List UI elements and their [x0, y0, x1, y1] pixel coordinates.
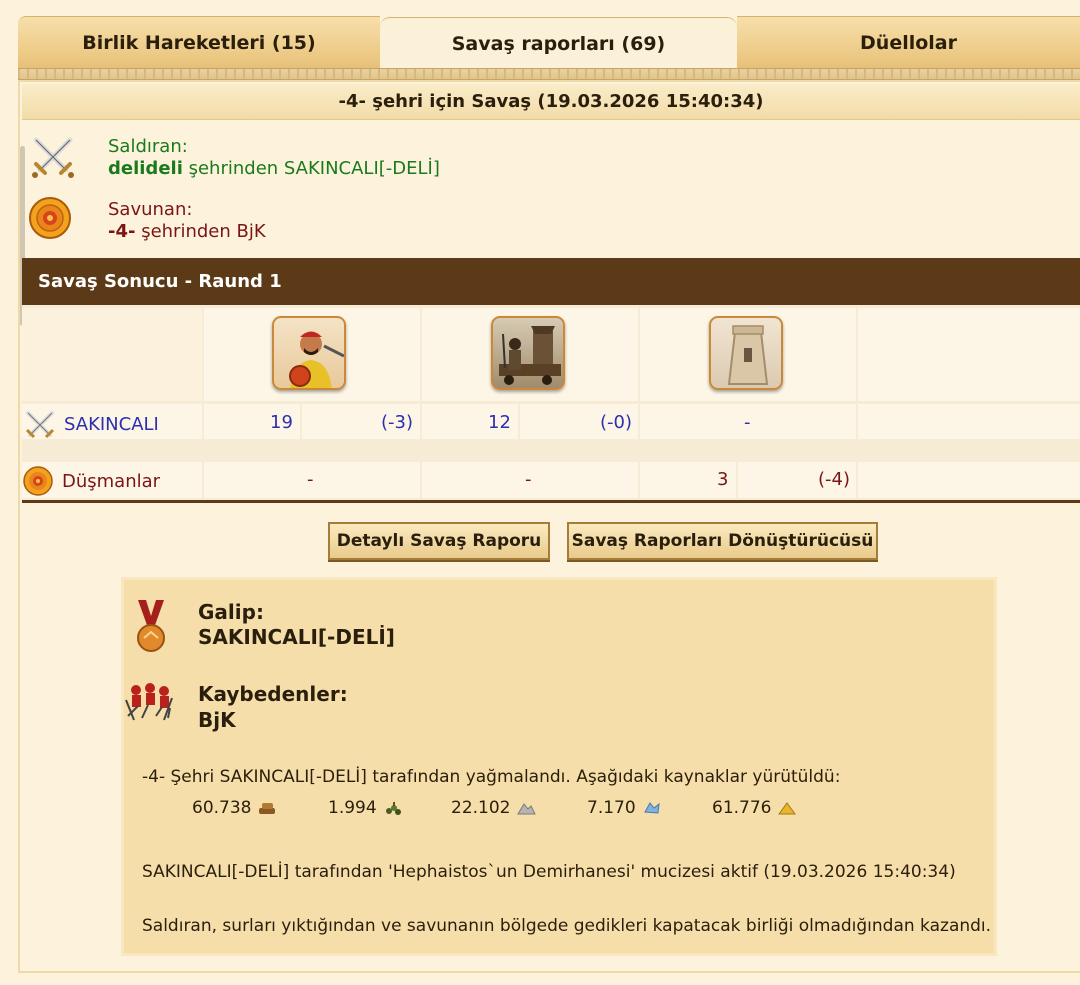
attacker-player-name[interactable]: SAKINCALI — [64, 414, 159, 435]
enemy-unit2-count: - — [525, 469, 532, 490]
resource-value: 7.170 — [587, 798, 636, 818]
table-cell — [858, 404, 1080, 439]
winner-name[interactable]: SAKINCALI[-DELİ] — [198, 625, 395, 649]
crossed-swords-icon — [32, 137, 74, 178]
resource-sulfur: 61.776 — [712, 798, 797, 818]
resource-crystal: 7.170 — [587, 798, 662, 818]
wood-icon — [259, 803, 276, 814]
resource-value: 1.994 — [328, 798, 377, 818]
attacker-unit1-loss: (-3) — [381, 412, 413, 433]
tab-duels[interactable]: Düellolar — [737, 16, 1080, 68]
resource-wine: 1.994 — [328, 798, 403, 818]
report-tabs: Birlik Hareketleri (15) Savaş raporları … — [18, 16, 1080, 69]
defeated-soldiers-icon — [125, 683, 173, 721]
unit-header-cell — [858, 308, 1080, 401]
attacker-unit3-count: - — [744, 412, 751, 433]
resource-value: 22.102 — [451, 798, 511, 818]
wine-icon — [385, 802, 401, 815]
enemy-unit3-loss: (-4) — [818, 469, 850, 490]
unit-wall-image — [709, 316, 783, 390]
enemy-unit1-count: - — [307, 469, 314, 490]
winner-label: Galip: — [198, 600, 264, 624]
defender-heading: Savunan: — [108, 199, 193, 220]
tab-combat-reports[interactable]: Savaş raporları (69) — [380, 17, 737, 69]
resource-value: 60.738 — [192, 798, 252, 818]
header-spacer — [22, 308, 202, 401]
resource-wood: 60.738 — [192, 798, 277, 818]
crossed-swords-icon — [25, 411, 55, 439]
victory-reason-text: Saldıran, surları yıktığından ve savunan… — [142, 916, 992, 936]
defender-city-link[interactable]: -4- — [108, 221, 135, 242]
defender-description: şehrinden BjK — [135, 221, 266, 242]
tab-unit-movements[interactable]: Birlik Hareketleri (15) — [18, 16, 380, 68]
crystal-icon — [643, 802, 660, 814]
report-title: -4- şehri için Savaş (19.03.2026 15:40:3… — [22, 84, 1080, 120]
attacker-unit2-loss: (-0) — [600, 412, 632, 433]
resource-value: 61.776 — [712, 798, 772, 818]
wonder-text: SAKINCALI[-DELİ] tarafından 'Hephaistos`… — [142, 862, 956, 882]
shield-icon — [29, 197, 71, 239]
losers-name[interactable]: BjK — [198, 708, 236, 732]
table-cell — [858, 462, 1080, 498]
attacker-description: şehrinden SAKINCALI[-DELİ] — [182, 158, 440, 179]
marble-icon — [517, 803, 537, 815]
attacker-heading: Saldıran: — [108, 136, 188, 157]
attacker-unit1-count: 19 — [270, 412, 293, 433]
table-bottom-border — [22, 500, 1080, 503]
attacker-unit2-count: 12 — [488, 412, 511, 433]
decorative-border — [18, 68, 1080, 80]
unit-swordsman-image — [272, 316, 346, 390]
battle-summary: Galip: SAKINCALI[-DELİ] Kaybedenler: BjK… — [121, 577, 997, 956]
row-attacker-label: SAKINCALI — [24, 409, 159, 439]
detailed-report-button[interactable]: Detaylı Savaş Raporu — [328, 522, 550, 560]
attacker-line: delideli şehrinden SAKINCALI[-DELİ] — [108, 158, 440, 180]
medal-icon — [137, 600, 165, 652]
defender-line: -4- şehrinden BjK — [108, 221, 266, 243]
plunder-text: -4- Şehri SAKINCALI[-DELİ] tarafından ya… — [142, 767, 841, 787]
enemy-label: Düşmanlar — [62, 470, 161, 492]
enemy-unit3-count: 3 — [717, 469, 729, 490]
report-converter-button[interactable]: Savaş Raporları Dönüştürücüsü — [567, 522, 878, 560]
losers-label: Kaybedenler: — [198, 682, 348, 706]
unit-ram-image — [491, 316, 565, 390]
sulfur-icon — [778, 802, 797, 815]
attacker-city-link[interactable]: delideli — [108, 158, 183, 179]
shield-icon — [23, 466, 53, 496]
resource-marble: 22.102 — [451, 798, 537, 818]
row-enemy-label: Düşmanlar — [22, 465, 160, 497]
round-title: Savaş Sonucu - Raund 1 — [22, 258, 1080, 305]
